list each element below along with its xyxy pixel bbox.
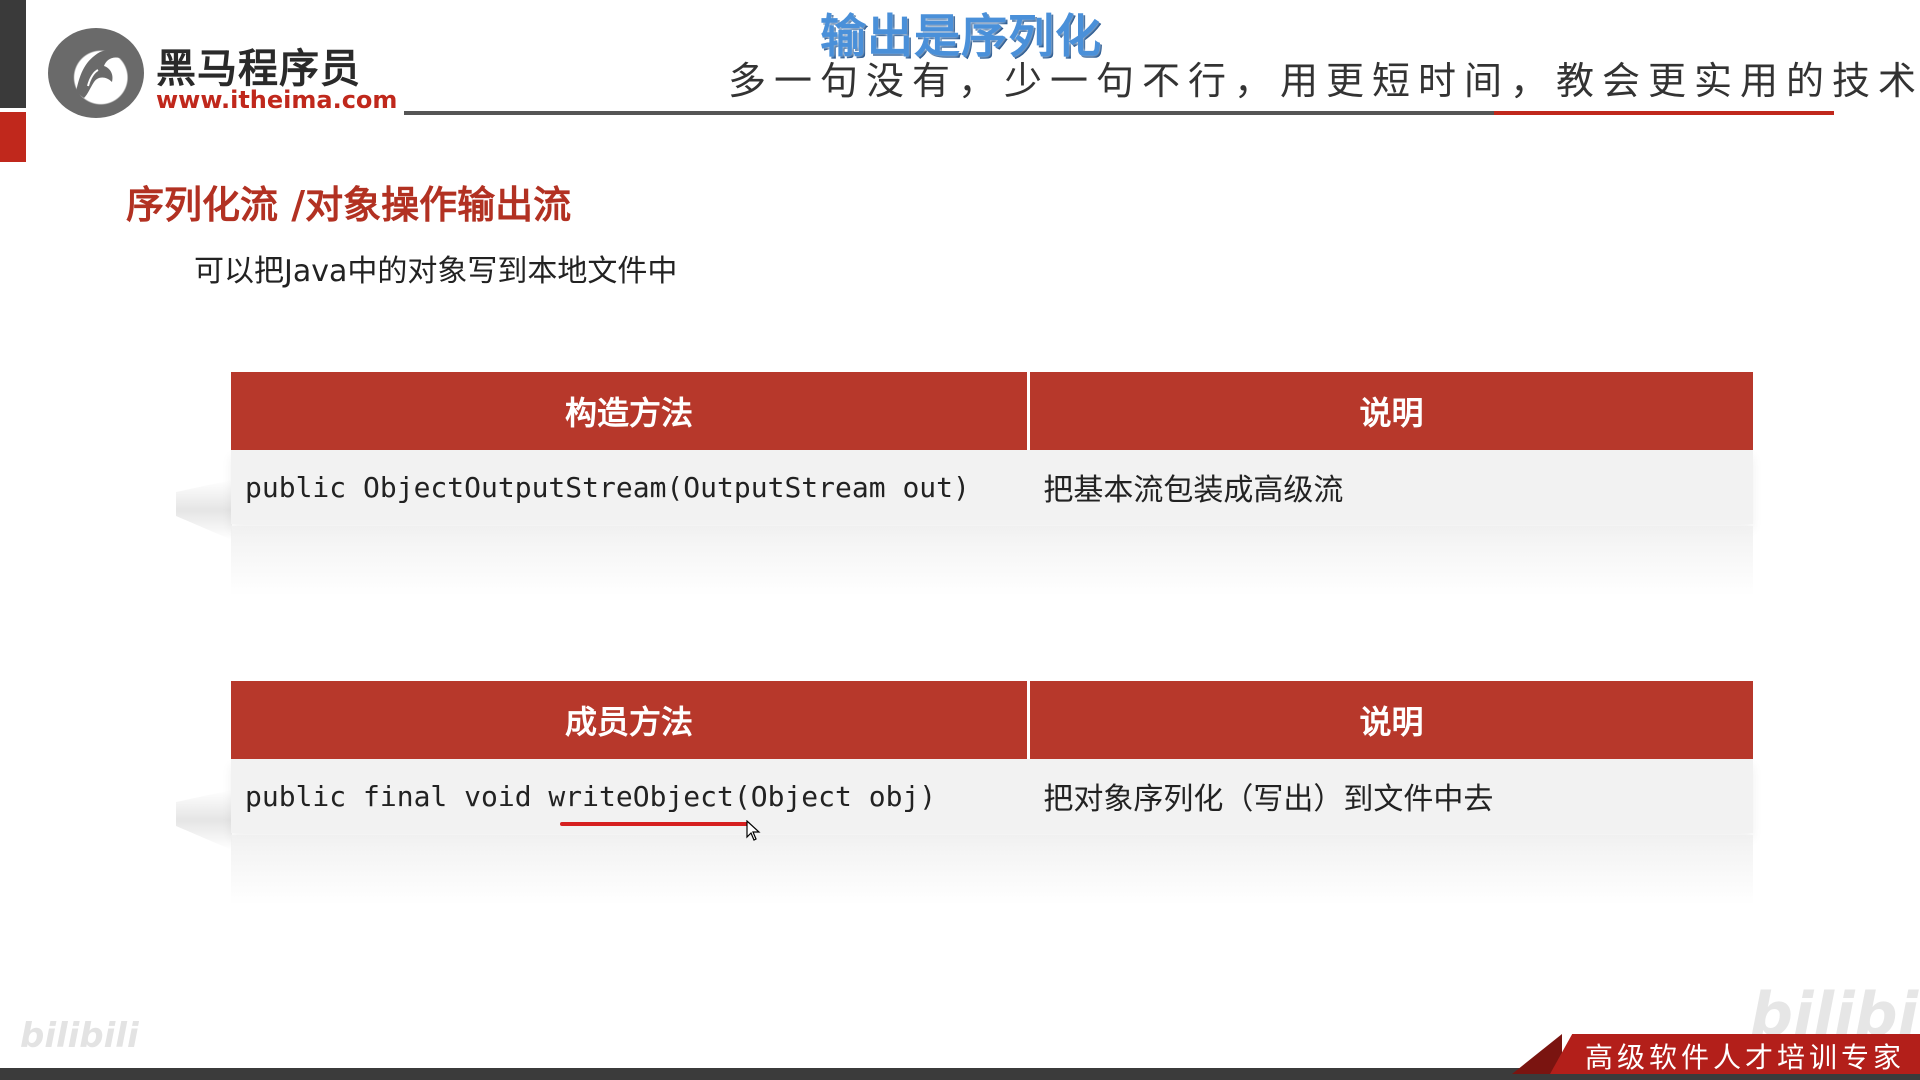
member-method-description: 把对象序列化（写出）到文件中去 xyxy=(1043,782,1494,817)
header-divider xyxy=(404,111,1494,115)
table-reflection xyxy=(231,835,1753,905)
table-header-row: 成员方法 说明 xyxy=(231,681,1753,759)
table-header-row: 构造方法 说明 xyxy=(231,372,1753,450)
section-description: 可以把Java中的对象写到本地文件中 xyxy=(194,254,678,289)
table-side-shadow xyxy=(176,790,232,850)
table-reflection xyxy=(231,526,1753,596)
left-edge-red-bar xyxy=(0,112,26,162)
section-title: 序列化流 /对象操作输出流 xyxy=(126,183,572,227)
brand-logo: 黑马程序员 www.itheima.com xyxy=(48,26,397,122)
constructor-table: 构造方法 说明 public ObjectOutputStream(Output… xyxy=(231,372,1753,524)
brand-url: www.itheima.com xyxy=(156,86,398,114)
left-edge-dark-bar xyxy=(0,0,26,108)
column-header-member-method: 成员方法 xyxy=(231,681,1027,759)
footer-badge-text: 高级软件人才培训专家 xyxy=(1585,1041,1906,1074)
annotation-underline xyxy=(560,822,750,826)
column-header-description: 说明 xyxy=(1030,372,1753,450)
bilibili-watermark-left: bilibili xyxy=(20,1016,139,1056)
mouse-cursor-icon xyxy=(746,820,761,841)
header-slogan: 多一句没有，少一句不行，用更短时间，教会更实用的技术! xyxy=(728,59,1920,103)
header-divider-accent xyxy=(1494,111,1834,115)
column-header-constructor: 构造方法 xyxy=(231,372,1027,450)
table-row: public final void writeObject(Object obj… xyxy=(231,759,1753,833)
table-row: public ObjectOutputStream(OutputStream o… xyxy=(231,450,1753,524)
column-header-description: 说明 xyxy=(1030,681,1753,759)
constructor-description: 把基本流包装成高级流 xyxy=(1043,473,1344,508)
table-side-shadow xyxy=(176,480,232,540)
constructor-signature: public ObjectOutputStream(OutputStream o… xyxy=(245,470,970,504)
member-method-table: 成员方法 说明 public final void writeObject(Ob… xyxy=(231,681,1753,833)
horse-head-logo-icon xyxy=(48,28,144,118)
